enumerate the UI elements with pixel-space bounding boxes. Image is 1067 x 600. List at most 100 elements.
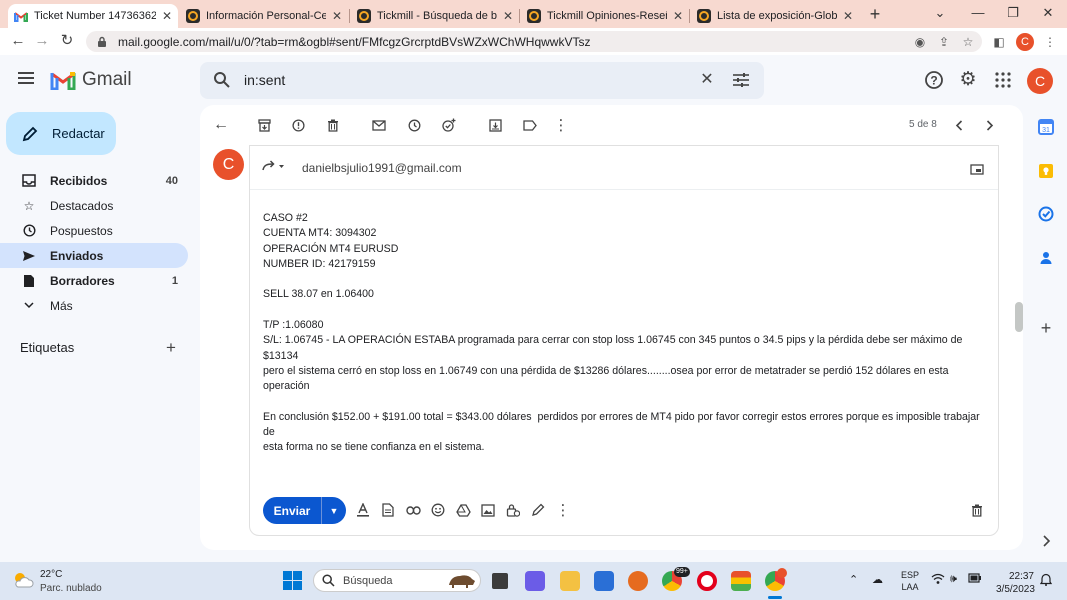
forward-icon[interactable]: →: [32, 31, 52, 51]
add-task-icon[interactable]: [440, 116, 458, 134]
message-body[interactable]: CASO #2 CUENTA MT4: 3094302 OPERACIÓN MT…: [263, 211, 983, 456]
notifications-icon[interactable]: [1039, 573, 1053, 589]
back-arrow-icon[interactable]: ←: [212, 116, 230, 134]
formatting-icon[interactable]: [355, 502, 371, 518]
side-panel-icon[interactable]: ◧: [991, 34, 1007, 50]
weather-icon[interactable]: [12, 570, 34, 593]
more-options-icon[interactable]: ⋮: [555, 502, 571, 519]
clock-date: 3/5/2023: [996, 584, 1035, 595]
send-button[interactable]: Enviar ▼: [263, 497, 346, 524]
contacts-icon[interactable]: [1038, 250, 1054, 266]
store-icon[interactable]: [594, 571, 614, 591]
confidential-mode-icon[interactable]: [505, 502, 521, 518]
profile-avatar[interactable]: C: [1016, 33, 1034, 51]
older-chevron-icon[interactable]: [981, 116, 999, 134]
tasks-icon[interactable]: [1038, 206, 1054, 222]
insert-link-icon[interactable]: [405, 502, 421, 518]
scrollbar-thumb[interactable]: [1015, 302, 1023, 332]
share-icon[interactable]: ⇪: [936, 34, 952, 50]
close-icon[interactable]: ✕: [673, 9, 683, 23]
weather-temperature: 22°C: [40, 569, 63, 580]
tab-opiniones[interactable]: Tickmill Opiniones-Reseñas d ✕: [521, 4, 689, 28]
reply-forward-icon[interactable]: [262, 160, 284, 175]
help-icon[interactable]: ?: [924, 70, 944, 93]
address-bar[interactable]: mail.google.com/mail/u/0/?tab=rm&ogbl#se…: [86, 31, 982, 52]
add-label-icon[interactable]: +: [166, 338, 176, 358]
emoji-icon[interactable]: [430, 502, 446, 518]
compose-label: Redactar: [52, 126, 105, 141]
battery-icon[interactable]: [968, 573, 982, 586]
delete-icon[interactable]: [324, 116, 342, 134]
close-icon[interactable]: ✕: [503, 9, 513, 23]
archive-icon[interactable]: [255, 116, 273, 134]
wifi-icon[interactable]: [931, 573, 945, 588]
label-icon[interactable]: [521, 116, 539, 134]
sidebar-item-recibidos[interactable]: Recibidos 40: [0, 168, 188, 193]
minimize-icon[interactable]: —: [966, 2, 990, 24]
tab-search-icon[interactable]: ⌄: [928, 2, 952, 24]
search-highlight-bison-icon: [446, 571, 478, 589]
drive-icon[interactable]: [455, 502, 471, 518]
menu-dots-icon[interactable]: ⋮: [1042, 34, 1058, 50]
apps-grid-icon[interactable]: [995, 72, 1011, 91]
onedrive-cloud-icon[interactable]: ☁: [872, 573, 883, 586]
tab-informacion[interactable]: Información Personal-Centro ✕: [180, 4, 348, 28]
move-to-icon[interactable]: [486, 116, 504, 134]
attach-file-icon[interactable]: [380, 502, 396, 518]
close-window-icon[interactable]: ✕: [1036, 2, 1060, 24]
close-icon[interactable]: ✕: [332, 9, 342, 23]
close-icon[interactable]: ✕: [843, 9, 853, 23]
volume-icon[interactable]: 🕪: [950, 573, 957, 586]
account-avatar[interactable]: C: [1027, 68, 1053, 94]
search-input[interactable]: in:sent: [244, 72, 285, 88]
report-spam-icon[interactable]: [289, 116, 307, 134]
compose-button[interactable]: Redactar: [6, 112, 116, 155]
new-tab-button[interactable]: +: [864, 3, 886, 25]
task-view-icon[interactable]: [492, 573, 508, 589]
keep-icon[interactable]: [1038, 163, 1054, 179]
snooze-icon[interactable]: [405, 116, 423, 134]
discard-draft-icon[interactable]: [969, 502, 985, 518]
file-explorer-icon[interactable]: [560, 571, 580, 591]
calendar-icon[interactable]: 31: [1038, 119, 1054, 135]
tab-lista[interactable]: Lista de exposición-Global E ✕: [691, 4, 859, 28]
more-options-icon[interactable]: ⋮: [552, 116, 570, 134]
restore-icon[interactable]: ❐: [1001, 2, 1025, 24]
tab-busqueda[interactable]: Tickmill - Búsqueda de bróke ✕: [351, 4, 519, 28]
windows-start-icon[interactable]: [283, 571, 302, 593]
pop-out-icon[interactable]: [970, 163, 984, 175]
reload-icon[interactable]: ↻: [57, 31, 77, 51]
expand-panel-chevron-icon[interactable]: [1038, 533, 1054, 549]
sidebar-item-label: Destacados: [50, 198, 114, 213]
sidebar-item-borradores[interactable]: Borradores 1: [0, 268, 188, 293]
system-clock[interactable]: 22:37 3/5/2023: [996, 570, 1035, 596]
send-options-caret-icon[interactable]: ▼: [322, 506, 346, 516]
settings-gear-icon[interactable]: ⚙: [957, 69, 979, 91]
search-filters-icon[interactable]: [732, 72, 750, 91]
clear-search-icon[interactable]: ✕: [696, 69, 718, 91]
hamburger-menu-icon[interactable]: [18, 71, 38, 89]
sidebar-item-pospuestos[interactable]: Pospuestos: [0, 218, 188, 243]
books-app-icon[interactable]: [731, 571, 751, 591]
tab-gmail[interactable]: Ticket Number 1473636270 - ✕: [8, 4, 178, 28]
search-icon[interactable]: [213, 71, 231, 92]
close-icon[interactable]: ✕: [162, 9, 172, 23]
gmail-logo-icon[interactable]: [50, 70, 76, 93]
mark-unread-icon[interactable]: [370, 116, 388, 134]
signature-pen-icon[interactable]: [530, 502, 546, 518]
get-addons-icon[interactable]: +: [1038, 319, 1054, 337]
newer-chevron-icon[interactable]: [950, 116, 968, 134]
bookmark-star-icon[interactable]: ☆: [960, 34, 976, 50]
firefox-icon[interactable]: [628, 571, 648, 591]
recipient-row[interactable]: danielbsjulio1991@gmail.com: [262, 160, 462, 175]
back-icon[interactable]: ←: [8, 31, 28, 51]
insert-photo-icon[interactable]: [480, 502, 496, 518]
language-indicator[interactable]: ESP LAA: [901, 569, 919, 593]
opera-icon[interactable]: [697, 571, 717, 591]
chevron-up-icon[interactable]: ⌃: [849, 573, 858, 586]
sidebar-item-mas[interactable]: Más: [0, 293, 188, 318]
sidebar-item-enviados[interactable]: Enviados: [0, 243, 188, 268]
sidebar-item-destacados[interactable]: ☆ Destacados: [0, 193, 188, 218]
eye-icon[interactable]: ◉: [912, 34, 928, 50]
teams-chat-icon[interactable]: [525, 571, 545, 591]
